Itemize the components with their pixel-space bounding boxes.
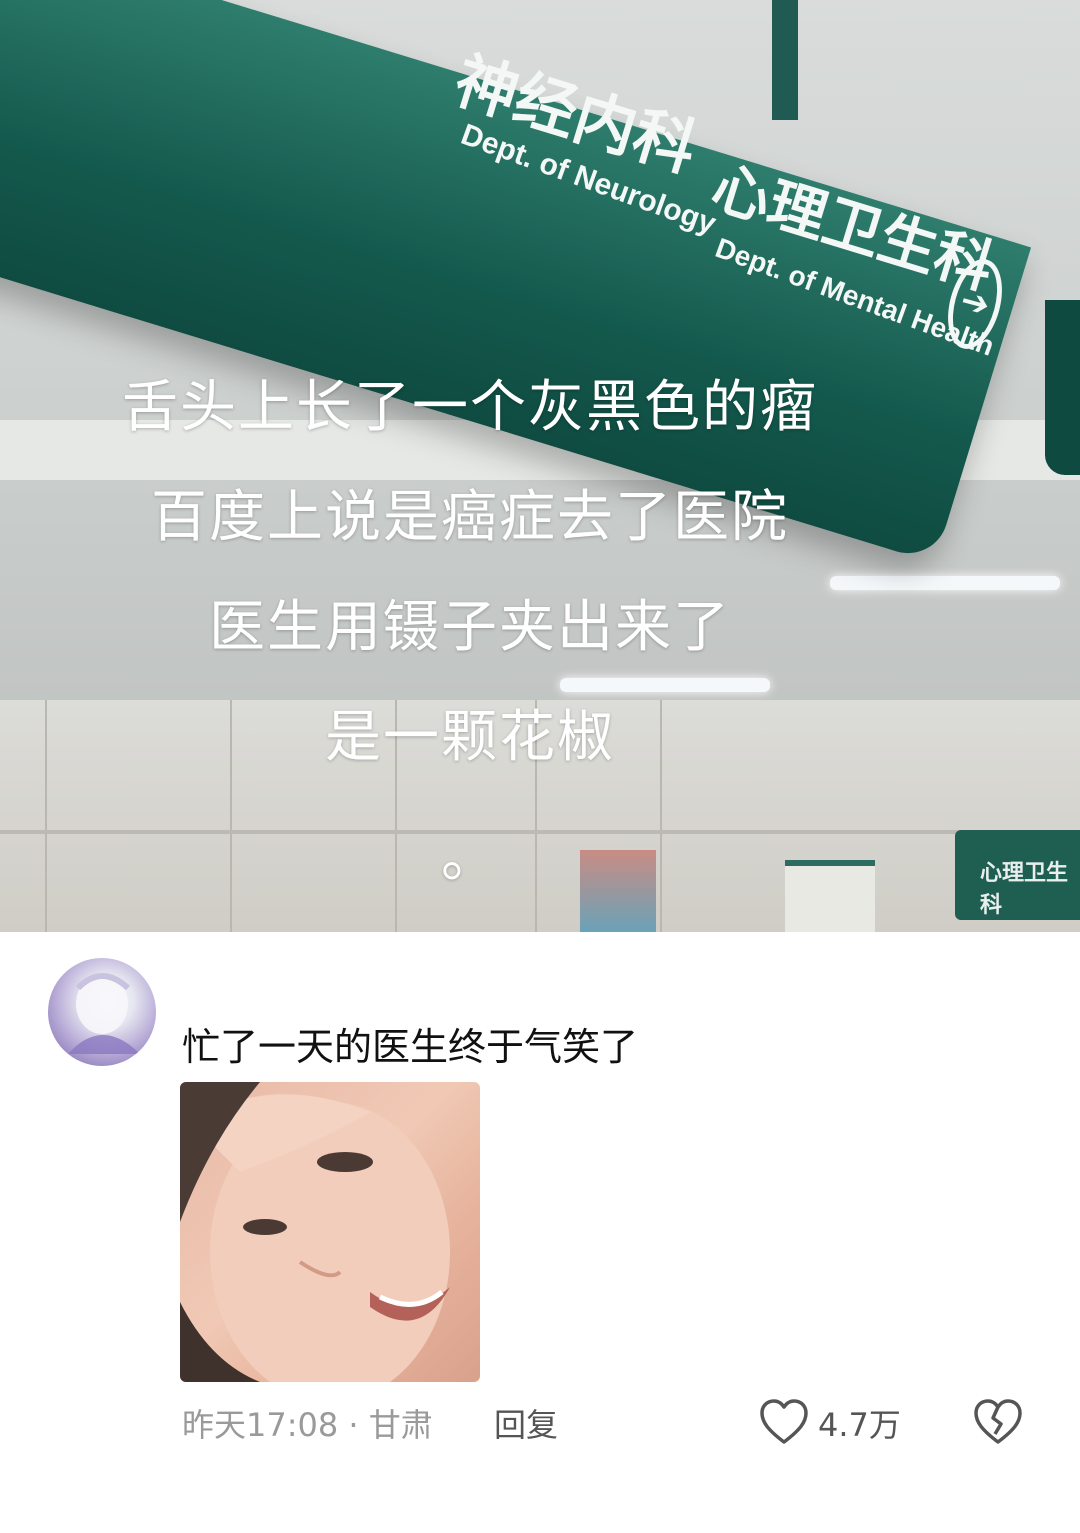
comment-timestamp-location: 昨天17:08 · 甘肃 xyxy=(182,1406,433,1444)
comment-sticker-image[interactable] xyxy=(180,1082,480,1382)
department-sign-end xyxy=(1045,300,1080,475)
heart-outline-icon[interactable] xyxy=(758,1398,810,1446)
face-illustration xyxy=(180,1082,450,1382)
avatar-illustration xyxy=(68,973,140,1054)
comment-text: 忙了一天的医生终于气笑了 xyxy=(182,1025,639,1069)
reply-button[interactable]: 回复 xyxy=(494,1400,558,1446)
background-dept-sign-text: 心理卫生科 xyxy=(980,860,1069,917)
sign-pole xyxy=(772,0,798,120)
like-count: 4.7万 xyxy=(818,1406,901,1444)
broken-heart-icon[interactable] xyxy=(972,1398,1024,1446)
caption-line: 是一颗花椒 xyxy=(325,705,615,770)
caption-line: 。 xyxy=(441,825,499,890)
comment-item: 忙了一天的医生终于气笑了 昨天17:08 · 甘肃 回复 4.7万 xyxy=(0,932,1080,1533)
ceiling-light xyxy=(560,678,770,692)
caption-line: 医生用镊子夹出来了 xyxy=(209,595,731,660)
post-photo[interactable]: 心理卫生科 神经内科 Dept. of Neurology 心理卫生科 Dept… xyxy=(0,0,1080,932)
caption-line: 舌头上长了一个灰黑色的瘤 xyxy=(122,375,818,440)
avatar[interactable] xyxy=(48,958,156,1066)
caption-line: 百度上说是癌症去了医院 xyxy=(151,485,789,550)
